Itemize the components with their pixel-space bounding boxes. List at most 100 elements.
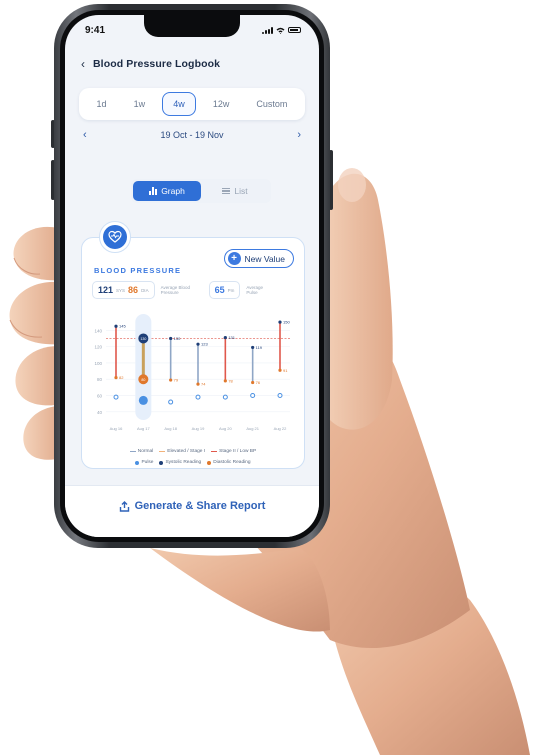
stats-row: 121 SYS 86 DIA Average Blood Pressure 65… [92,281,294,299]
systolic-point [251,345,255,350]
chevron-left-icon[interactable]: ‹ [83,129,87,141]
systolic-point [196,342,200,346]
systolic-point [223,336,227,340]
chevron-right-icon[interactable]: › [297,129,301,141]
bar-chart-icon [149,187,158,195]
diastolic-label: 74 [201,382,206,387]
pulse-point [113,394,119,400]
avg-systolic: 121 [98,285,114,295]
diastolic-point [196,382,200,386]
footer: Generate & Share Report [65,485,319,537]
chevron-left-icon[interactable]: ‹ [81,57,85,71]
legend-pulse: Pulse [135,460,153,465]
status-icons [262,26,301,34]
view-toggle: Graph List [131,179,271,203]
blood-pressure-card: BLOOD PRESSURE + New Value 121 SYS 86 DI… [81,237,305,469]
tab-1d[interactable]: 1d [87,93,117,115]
systolic-label: 130 [140,337,146,341]
legend-elevated: Elevated / Stage I [159,449,205,454]
signal-icon [262,26,273,34]
blood-pressure-badge [99,221,131,253]
phone-bezel: 9:41 ‹ Blood Pressure Logbook 1d 1w 4w 1… [60,10,324,542]
avg-bp-caption: Average Blood Pressure [160,284,191,296]
systolic-label: 145 [119,324,126,329]
page-title: Blood Pressure Logbook [93,58,221,70]
systolic-point [278,320,282,324]
app-screen: 9:41 ‹ Blood Pressure Logbook 1d 1w 4w 1… [65,15,319,537]
diastolic-point [223,379,227,383]
range-tabs: 1d 1w 4w 12w Custom [79,88,305,120]
list-icon [222,187,231,195]
legend-stage2: Stage II / Low BP [211,449,256,454]
legend-normal: Normal [129,449,153,454]
avg-diastolic: 86 [128,285,139,295]
systolic-label: 130 [174,336,181,341]
y-tick-label: 60 [97,394,103,399]
battery-icon [288,27,301,33]
avg-pulse-caption: Average Pulse [246,284,264,296]
product-photo: 9:41 ‹ Blood Pressure Logbook 1d 1w 4w 1… [0,0,547,755]
diastolic-point [114,376,118,380]
legend-line-1: Normal Elevated / Stage I Stage II / Low… [82,449,304,454]
diastolic-label: 78 [228,378,233,383]
diastolic-label: 80 [141,378,145,382]
avg-pulse-box: 65 Pm [208,281,241,299]
pulse-point [222,394,228,400]
legend-line-2: Pulse Systolic Reading Diastolic Reading [82,460,304,465]
date-range-label: 19 Oct - 19 Nov [160,130,224,140]
status-bar: 9:41 [85,24,301,36]
pulse-unit: Pm [227,287,235,293]
tab-4w[interactable]: 4w [162,92,196,116]
new-value-button[interactable]: + New Value [223,249,294,268]
share-icon [119,500,129,512]
nav-bar: ‹ Blood Pressure Logbook [81,57,220,71]
x-tick-label: Aug 22 [274,426,287,431]
wifi-icon [276,27,285,34]
avg-bp-box: 121 SYS 86 DIA [92,281,155,299]
card-title: BLOOD PRESSURE [94,266,182,275]
pulse-point [277,393,283,399]
x-tick-label: Aug 19 [192,426,205,431]
systolic-label: 123 [201,342,208,347]
generate-report-label: Generate & Share Report [134,500,266,512]
pulse-point [195,394,201,400]
x-tick-label: Aug 17 [137,426,150,431]
status-time: 9:41 [85,24,106,36]
list-toggle-button[interactable]: List [201,181,269,201]
systolic-point [114,324,118,328]
x-tick-label: Aug 20 [219,426,232,431]
x-tick-label: Aug 21 [246,426,259,431]
diastolic-point [251,380,255,385]
tab-custom[interactable]: Custom [246,93,297,115]
systolic-label: 119 [256,345,263,350]
tab-1w[interactable]: 1w [124,93,156,115]
y-tick-label: 80 [97,377,103,382]
y-tick-label: 100 [94,361,102,366]
systolic-label: 150 [283,320,290,325]
avg-pulse: 65 [214,285,225,295]
y-tick-label: 140 [94,328,102,333]
date-range-row: ‹ 19 Oct - 19 Nov › [83,129,301,141]
legend-systolic: Systolic Reading [159,460,201,465]
pulse-point [168,399,174,405]
new-value-label: New Value [244,253,285,264]
legend-diastolic: Diastolic Reading [207,460,251,465]
list-label: List [234,186,248,196]
diastolic-label: 91 [283,368,288,373]
heart-pulse-icon [103,225,127,249]
x-tick-label: Aug 16 [110,426,123,431]
diastolic-point [169,378,173,382]
generate-report-button[interactable]: Generate & Share Report [65,500,319,512]
diastolic-label: 76 [256,380,261,385]
diastolic-label: 79 [174,378,179,383]
graph-toggle-button[interactable]: Graph [133,181,201,201]
phone-frame: 9:41 ‹ Blood Pressure Logbook 1d 1w 4w 1… [54,4,330,548]
systolic-point [169,336,173,341]
dia-unit: DIA [141,287,149,293]
y-tick-label: 40 [97,410,103,415]
tab-12w[interactable]: 12w [203,93,240,115]
pulse-point [138,395,148,405]
sys-unit: SYS [116,287,126,293]
systolic-label: 131 [228,335,235,340]
diastolic-label: 82 [119,375,124,380]
